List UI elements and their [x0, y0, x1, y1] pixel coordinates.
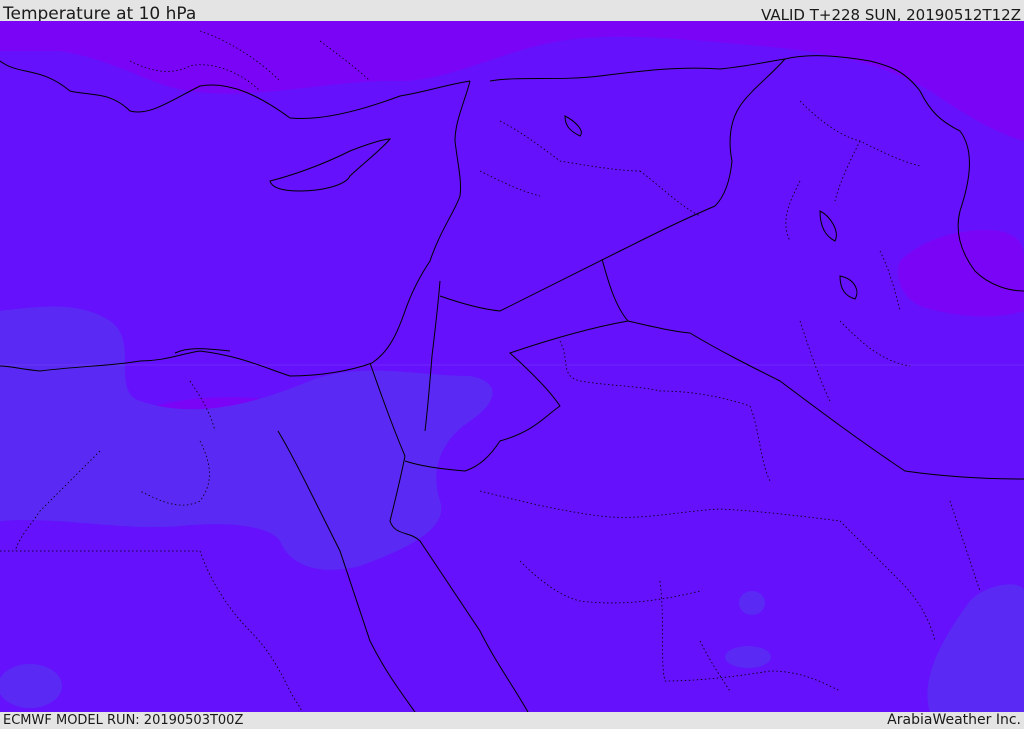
map-header: Temperature at 10 hPa VALID T+228 SUN, 2…	[0, 0, 1024, 24]
map-canvas	[0, 21, 1024, 712]
warm-cell-1	[739, 591, 765, 615]
warm-cell-2	[725, 646, 771, 668]
warm-cell-3	[0, 664, 62, 708]
temperature-map[interactable]	[0, 21, 1024, 712]
credit-label: ArabiaWeather Inc.	[887, 712, 1021, 728]
map-footer: ECMWF MODEL RUN: 20190503T00Z ArabiaWeat…	[0, 712, 1024, 729]
temperature-field	[0, 21, 1024, 712]
model-run-label: ECMWF MODEL RUN: 20190503T00Z	[3, 713, 244, 728]
